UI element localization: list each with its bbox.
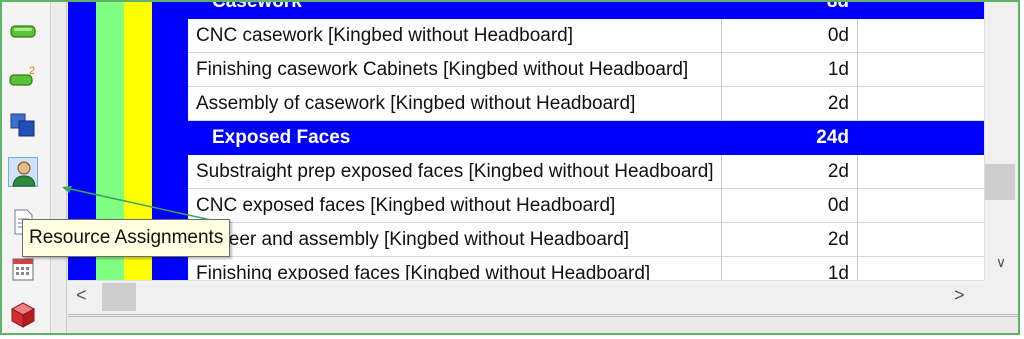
outline-cell (152, 155, 188, 189)
extra-cell[interactable] (858, 53, 984, 87)
tooltip: Resource Assignments (22, 219, 231, 257)
task-bar-icon[interactable] (8, 16, 38, 46)
table-row[interactable]: Finishing casework Cabinets [Kingbed wit… (68, 53, 984, 87)
outline-cell (152, 257, 188, 280)
duration-cell[interactable]: 2d (722, 223, 858, 257)
outline-cell (152, 121, 255, 155)
application-frame: 2 Casework 8d (0, 0, 1020, 335)
outline-cell (152, 189, 188, 223)
table-row[interactable]: CNC casework [Kingbed without Headboard]… (68, 19, 984, 53)
svg-text:2: 2 (29, 65, 35, 77)
task-name-cell[interactable]: Finishing exposed faces [Kingbed without… (188, 257, 722, 280)
extra-cell[interactable] (858, 257, 984, 280)
extra-cell[interactable] (858, 189, 984, 223)
table-row-summary[interactable]: Exposed Faces 24d (68, 121, 984, 155)
extra-cell[interactable] (858, 87, 984, 121)
duration-cell[interactable]: 2d (722, 155, 858, 189)
horizontal-scroll-thumb[interactable] (102, 283, 136, 311)
outline-cell (152, 53, 188, 87)
task-name-cell[interactable]: Substraight prep exposed faces [Kingbed … (188, 155, 722, 189)
extra-cell[interactable] (858, 155, 984, 189)
resource-person-icon[interactable] (8, 157, 38, 187)
task-name-cell[interactable]: Exposed Faces (188, 121, 722, 155)
duration-cell[interactable]: 0d (722, 19, 858, 53)
extra-cell[interactable] (858, 121, 984, 155)
red-cube-icon[interactable] (8, 300, 38, 330)
outline-cell (152, 87, 188, 121)
table-row[interactable]: Assembly of casework [Kingbed without He… (68, 87, 984, 121)
chevron-right-icon[interactable]: > (954, 285, 965, 306)
vertical-scroll-thumb[interactable] (985, 164, 1015, 200)
vertical-scrollbar[interactable]: ∨ (984, 2, 1018, 280)
table-row-summary[interactable]: Casework 8d (68, 2, 984, 19)
calendar-icon[interactable] (8, 254, 38, 284)
overlapping-squares-icon[interactable] (8, 110, 38, 140)
outline-cell (152, 2, 255, 19)
splitter[interactable] (52, 2, 67, 333)
extra-cell[interactable] (858, 19, 984, 53)
chevron-left-icon[interactable]: < (76, 285, 87, 306)
duration-cell[interactable]: 2d (722, 87, 858, 121)
task-name-cell[interactable]: Casework (188, 2, 722, 19)
duration-cell[interactable]: 8d (722, 2, 858, 19)
task-name-cell[interactable]: Assembly of casework [Kingbed without He… (188, 87, 722, 121)
task-name-cell[interactable]: Finishing casework Cabinets [Kingbed wit… (188, 53, 722, 87)
task-name-cell[interactable]: CNC exposed faces [Kingbed without Headb… (188, 189, 722, 223)
extra-cell[interactable] (858, 223, 984, 257)
table-row[interactable]: CNC exposed faces [Kingbed without Headb… (68, 189, 984, 223)
chevron-down-icon[interactable]: ∨ (991, 254, 1011, 270)
table-row[interactable]: Substraight prep exposed faces [Kingbed … (68, 155, 984, 189)
outline-cell (152, 19, 188, 53)
horizontal-scrollbar[interactable]: < > (68, 280, 984, 313)
task-name-cell[interactable]: CNC casework [Kingbed without Headboard] (188, 19, 722, 53)
task-bar-number-icon[interactable]: 2 (8, 62, 38, 92)
duration-cell[interactable]: 1d (722, 257, 858, 280)
left-toolbar: 2 (2, 2, 51, 333)
duration-cell[interactable]: 0d (722, 189, 858, 223)
bottom-panel-border (68, 314, 1018, 333)
extra-cell[interactable] (858, 2, 984, 19)
duration-cell[interactable]: 1d (722, 53, 858, 87)
task-name-cell[interactable]: Veneer and assembly [Kingbed without Hea… (188, 223, 722, 257)
table-row[interactable]: Finishing exposed faces [Kingbed without… (68, 257, 984, 280)
duration-cell[interactable]: 24d (722, 121, 858, 155)
